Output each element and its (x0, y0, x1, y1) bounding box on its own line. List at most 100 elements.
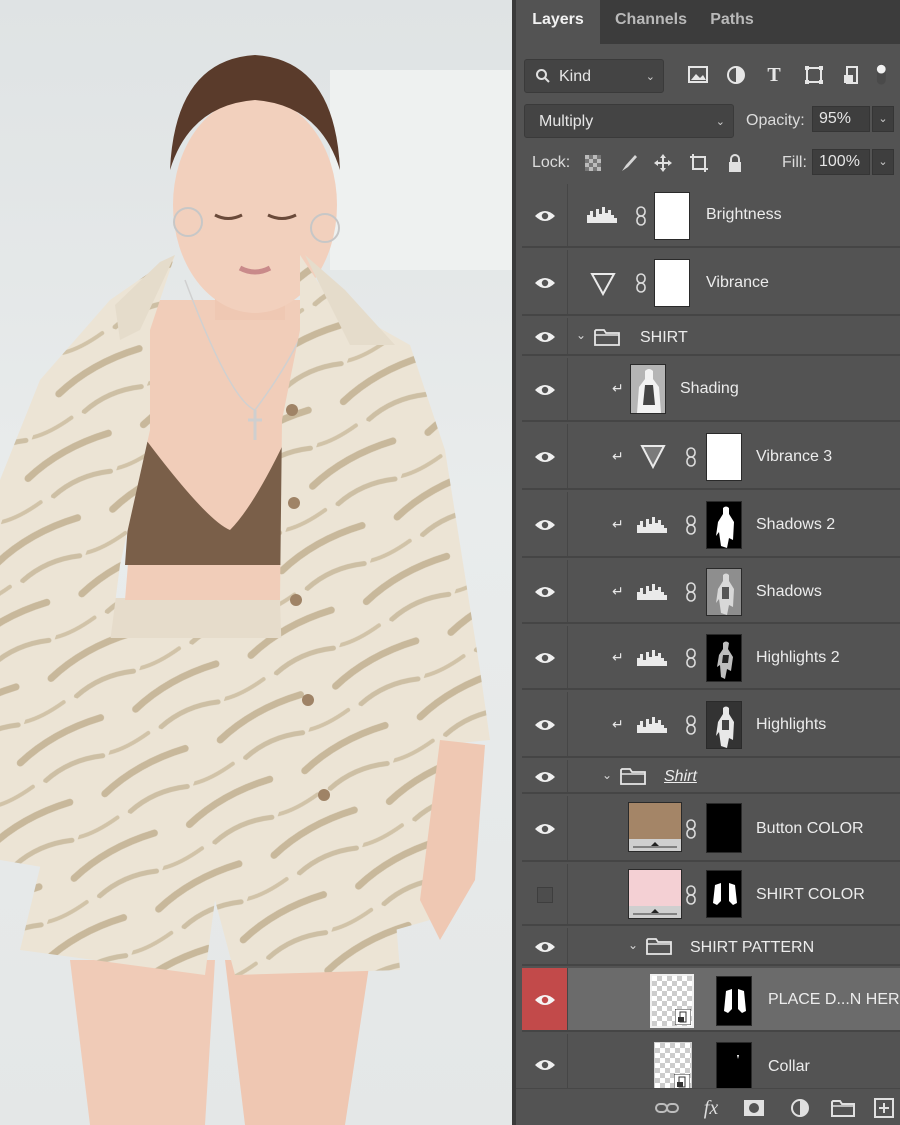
layer-name[interactable]: PLACE D...N HERE (768, 991, 900, 1009)
visibility-toggle[interactable] (522, 968, 568, 1030)
visibility-toggle[interactable] (522, 1034, 568, 1088)
layer-mask-thumbnail[interactable] (706, 701, 742, 749)
mask-link-icon[interactable] (636, 206, 646, 226)
layer-mask-thumbnail[interactable] (706, 433, 742, 481)
expand-chevron-icon[interactable]: ⌄ (576, 328, 586, 342)
expand-chevron-icon[interactable]: ⌄ (628, 938, 638, 952)
add-mask-icon[interactable] (742, 1097, 766, 1119)
fill-input[interactable]: 100% (812, 149, 870, 175)
layer-vibrance-3[interactable]: ↵ Vibrance 3 (522, 424, 900, 490)
visibility-toggle[interactable] (522, 760, 568, 792)
fill-dropdown-button[interactable]: ⌄ (872, 149, 894, 175)
visibility-toggle[interactable] (522, 492, 568, 556)
kind-filter-dropdown[interactable]: Kind ⌄ (524, 59, 664, 93)
layer-vibrance[interactable]: Vibrance (522, 250, 900, 316)
layer-name[interactable]: Shirt (664, 768, 697, 786)
group-shirt[interactable]: ⌄ SHIRT (522, 318, 900, 356)
visibility-toggle[interactable] (522, 796, 568, 860)
layer-shirt-color[interactable]: SHIRT COLOR (522, 864, 900, 926)
visibility-toggle[interactable] (522, 424, 568, 488)
mask-link-icon[interactable] (686, 515, 696, 535)
layer-shadows-2[interactable]: ↵ Shadows 2 (522, 492, 900, 558)
layer-name[interactable]: Shadows (756, 583, 822, 601)
mask-link-icon[interactable] (686, 447, 696, 467)
type-filter-icon[interactable]: T (762, 64, 786, 86)
mask-link-icon[interactable] (686, 582, 696, 602)
group-shirt-inner[interactable]: ⌄ Shirt (522, 760, 900, 794)
layer-name[interactable]: Vibrance (706, 274, 769, 292)
layer-mask-thumbnail[interactable] (706, 803, 742, 853)
smart-object-thumbnail[interactable] (654, 1042, 692, 1088)
visibility-toggle[interactable] (522, 692, 568, 756)
fill-color-thumbnail[interactable] (628, 802, 682, 852)
layer-mask-thumbnail[interactable] (706, 568, 742, 616)
mask-link-icon[interactable] (636, 273, 646, 293)
layer-mask-thumbnail[interactable] (706, 870, 742, 918)
adjustment-filter-icon[interactable] (724, 64, 748, 86)
group-shirt-pattern[interactable]: ⌄ SHIRT PATTERN (522, 928, 900, 966)
tab-paths[interactable]: Paths (702, 0, 762, 44)
image-filter-icon[interactable] (686, 64, 710, 86)
layer-highlights-2[interactable]: ↵ Highlights 2 (522, 626, 900, 690)
layer-highlights[interactable]: ↵ Highlights (522, 692, 900, 758)
fx-icon[interactable]: fx (698, 1097, 724, 1119)
layer-mask-thumbnail[interactable] (716, 1042, 752, 1088)
visibility-toggle[interactable] (522, 184, 568, 246)
mask-link-icon[interactable] (686, 715, 696, 735)
tab-layers[interactable]: Layers (516, 0, 600, 44)
layer-name[interactable]: Highlights (756, 716, 826, 734)
layer-name[interactable]: SHIRT COLOR (756, 886, 865, 904)
visibility-toggle[interactable] (522, 318, 568, 354)
layer-mask-thumbnail[interactable] (654, 192, 690, 240)
visibility-toggle[interactable] (522, 250, 568, 314)
blend-mode-dropdown[interactable]: Multiply ⌄ (524, 104, 734, 138)
visibility-toggle[interactable] (522, 928, 568, 964)
opacity-input[interactable]: 95% (812, 106, 870, 132)
layer-name[interactable]: Highlights 2 (756, 649, 840, 667)
visibility-toggle[interactable] (522, 560, 568, 622)
layer-mask-thumbnail[interactable] (706, 501, 742, 549)
chevron-down-icon: ⌄ (715, 116, 725, 128)
layer-name[interactable]: Brightness (706, 206, 782, 224)
new-adjustment-icon[interactable] (788, 1097, 812, 1119)
visibility-toggle[interactable] (522, 864, 568, 924)
layer-name[interactable]: Vibrance 3 (756, 448, 832, 466)
layer-name[interactable]: SHIRT (640, 329, 688, 347)
smart-object-filter-icon[interactable] (840, 64, 864, 86)
layer-mask-thumbnail[interactable] (654, 259, 690, 307)
mask-link-icon[interactable] (686, 819, 696, 839)
layer-name[interactable]: Shading (680, 380, 739, 398)
layer-name[interactable]: Collar (768, 1058, 810, 1076)
visibility-toggle[interactable] (522, 626, 568, 688)
lock-artboard-icon[interactable] (688, 152, 710, 174)
layer-button-color[interactable]: Button COLOR (522, 796, 900, 862)
layer-name[interactable]: Button COLOR (756, 820, 864, 838)
opacity-dropdown-button[interactable]: ⌄ (872, 106, 894, 132)
filter-toggle-icon[interactable] (872, 64, 892, 86)
mask-link-icon[interactable] (686, 648, 696, 668)
smart-object-thumbnail[interactable] (650, 974, 694, 1028)
layer-shadows[interactable]: ↵ Shadows (522, 560, 900, 624)
visibility-toggle[interactable] (522, 358, 568, 420)
layer-thumbnail[interactable] (630, 364, 666, 414)
new-layer-icon[interactable] (872, 1097, 896, 1119)
layer-brightness[interactable]: Brightness (522, 184, 900, 248)
expand-chevron-icon[interactable]: ⌄ (602, 768, 612, 782)
fill-color-thumbnail[interactable] (628, 869, 682, 919)
layer-place-design-here[interactable]: PLACE D...N HERE (522, 968, 900, 1032)
link-layers-icon[interactable] (654, 1097, 680, 1119)
lock-image-pixels-icon[interactable] (618, 152, 640, 174)
layer-shading[interactable]: ↵ Shading (522, 358, 900, 422)
tab-channels[interactable]: Channels (600, 0, 702, 44)
lock-transparent-pixels-icon[interactable] (582, 152, 604, 174)
new-group-icon[interactable] (830, 1097, 856, 1119)
layer-collar[interactable]: Collar (522, 1034, 900, 1088)
layer-name[interactable]: Shadows 2 (756, 516, 835, 534)
layer-name[interactable]: SHIRT PATTERN (690, 939, 814, 957)
layer-mask-thumbnail[interactable] (716, 976, 752, 1026)
lock-position-icon[interactable] (652, 152, 674, 174)
layer-mask-thumbnail[interactable] (706, 634, 742, 682)
shape-filter-icon[interactable] (802, 64, 826, 86)
lock-all-icon[interactable] (724, 152, 746, 174)
mask-link-icon[interactable] (686, 885, 696, 905)
